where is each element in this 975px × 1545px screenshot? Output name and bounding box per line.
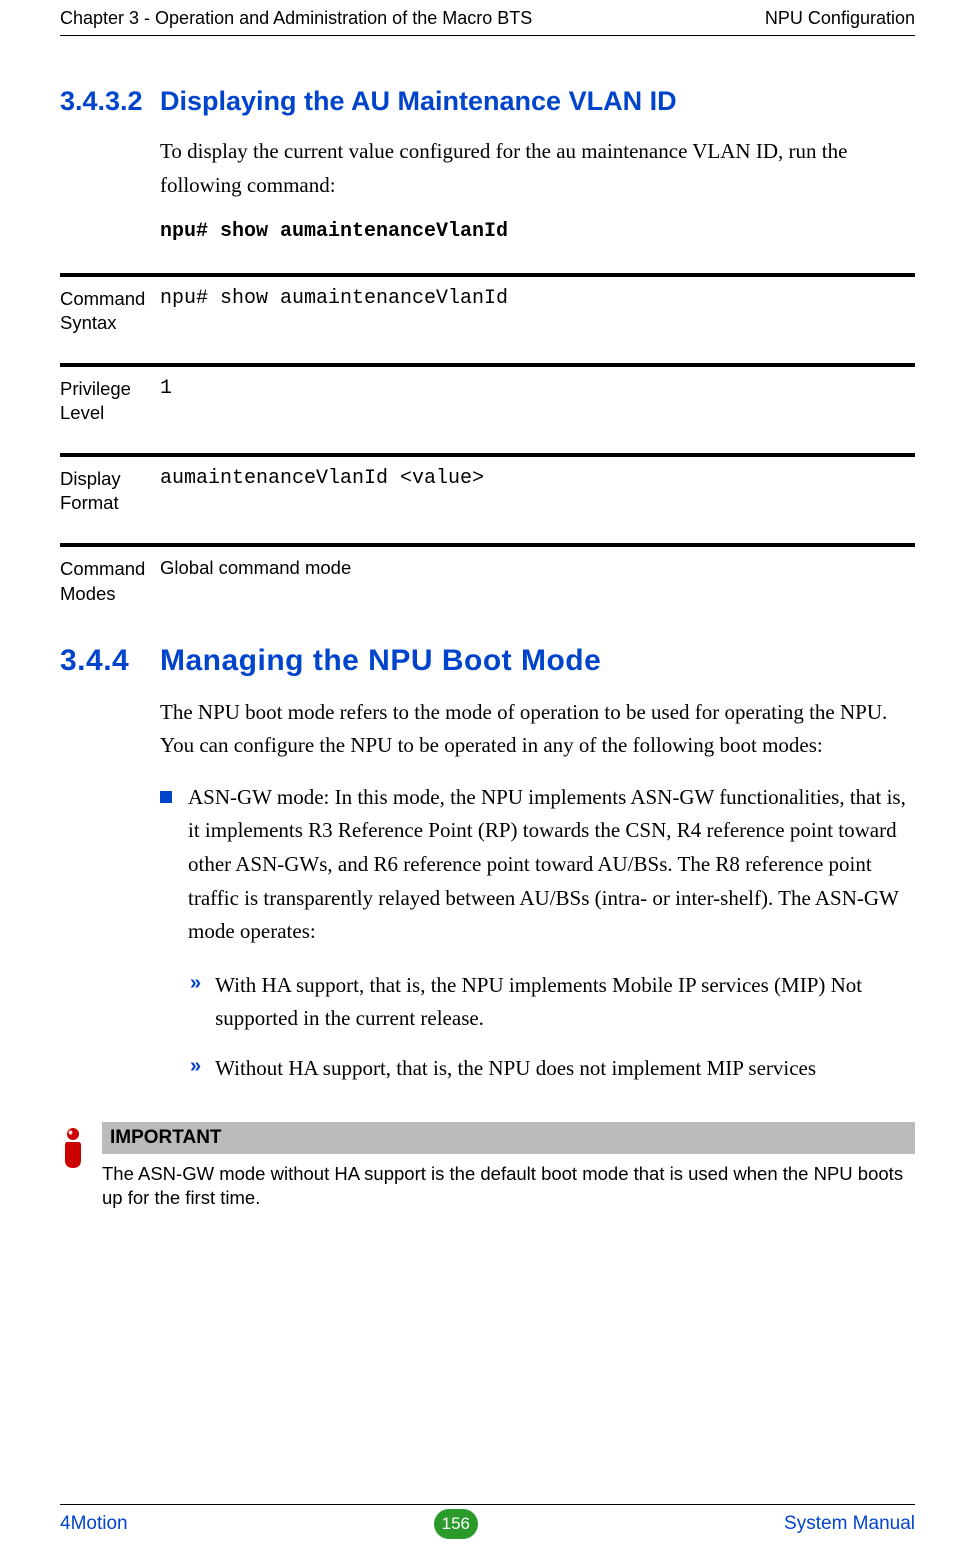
sub-bullet-text-ha-support: With HA support, that is, the NPU implem… — [215, 969, 915, 1036]
section-title-display-au-vlan: Displaying the AU Maintenance VLAN ID — [160, 86, 915, 117]
header-right: NPU Configuration — [765, 8, 915, 29]
page-footer: 4Motion 156 System Manual — [60, 1504, 915, 1539]
list-item: » With HA support, that is, the NPU impl… — [190, 969, 915, 1036]
section2-intro-text: The NPU boot mode refers to the mode of … — [160, 696, 915, 763]
chevron-right-icon: » — [190, 972, 201, 1036]
param-row-privilege-level: Privilege Level 1 — [60, 363, 915, 453]
header-left: Chapter 3 - Operation and Administration… — [60, 8, 532, 29]
param-value: 1 — [160, 377, 915, 425]
list-item: » Without HA support, that is, the NPU d… — [190, 1052, 915, 1086]
bullet-list: ASN-GW mode: In this mode, the NPU imple… — [160, 781, 915, 1086]
param-value: npu# show aumaintenanceVlanId — [160, 287, 915, 335]
page-header: Chapter 3 - Operation and Administration… — [60, 0, 915, 36]
section-intro-text: To display the current value configured … — [160, 135, 915, 202]
important-label: IMPORTANT — [102, 1122, 915, 1154]
param-label: Privilege Level — [60, 377, 160, 425]
important-note: IMPORTANT The ASN-GW mode without HA sup… — [60, 1122, 915, 1216]
param-table: Command Syntax npu# show aumaintenanceVl… — [60, 273, 915, 623]
list-item: ASN-GW mode: In this mode, the NPU imple… — [160, 781, 915, 949]
square-bullet-icon — [160, 791, 172, 803]
section-number-34-3-2: 3.4.3.2 — [60, 86, 160, 117]
section-number-3-4-4: 3.4.4 — [60, 644, 160, 678]
important-text: The ASN-GW mode without HA support is th… — [102, 1154, 915, 1216]
bullet-text-asn-gw: ASN-GW mode: In this mode, the NPU imple… — [188, 781, 915, 949]
command-literal: npu# show aumaintenanceVlanId — [160, 220, 915, 243]
page-number-badge: 156 — [434, 1509, 478, 1539]
param-value: Global command mode — [160, 557, 915, 605]
section-title-npu-boot-mode: Managing the NPU Boot Mode — [160, 644, 915, 678]
param-label: Command Modes — [60, 557, 160, 605]
footer-left: 4Motion — [60, 1513, 128, 1535]
sub-bullet-text-no-ha: Without HA support, that is, the NPU doe… — [215, 1052, 915, 1086]
param-value: aumaintenanceVlanId <value> — [160, 467, 915, 515]
footer-right: System Manual — [784, 1513, 915, 1535]
param-row-command-syntax: Command Syntax npu# show aumaintenanceVl… — [60, 273, 915, 363]
param-row-command-modes: Command Modes Global command mode — [60, 543, 915, 623]
param-label: Command Syntax — [60, 287, 160, 335]
param-row-display-format: Display Format aumaintenanceVlanId <valu… — [60, 453, 915, 543]
chevron-right-icon: » — [190, 1055, 201, 1086]
param-label: Display Format — [60, 467, 160, 515]
important-icon — [60, 1128, 90, 1168]
